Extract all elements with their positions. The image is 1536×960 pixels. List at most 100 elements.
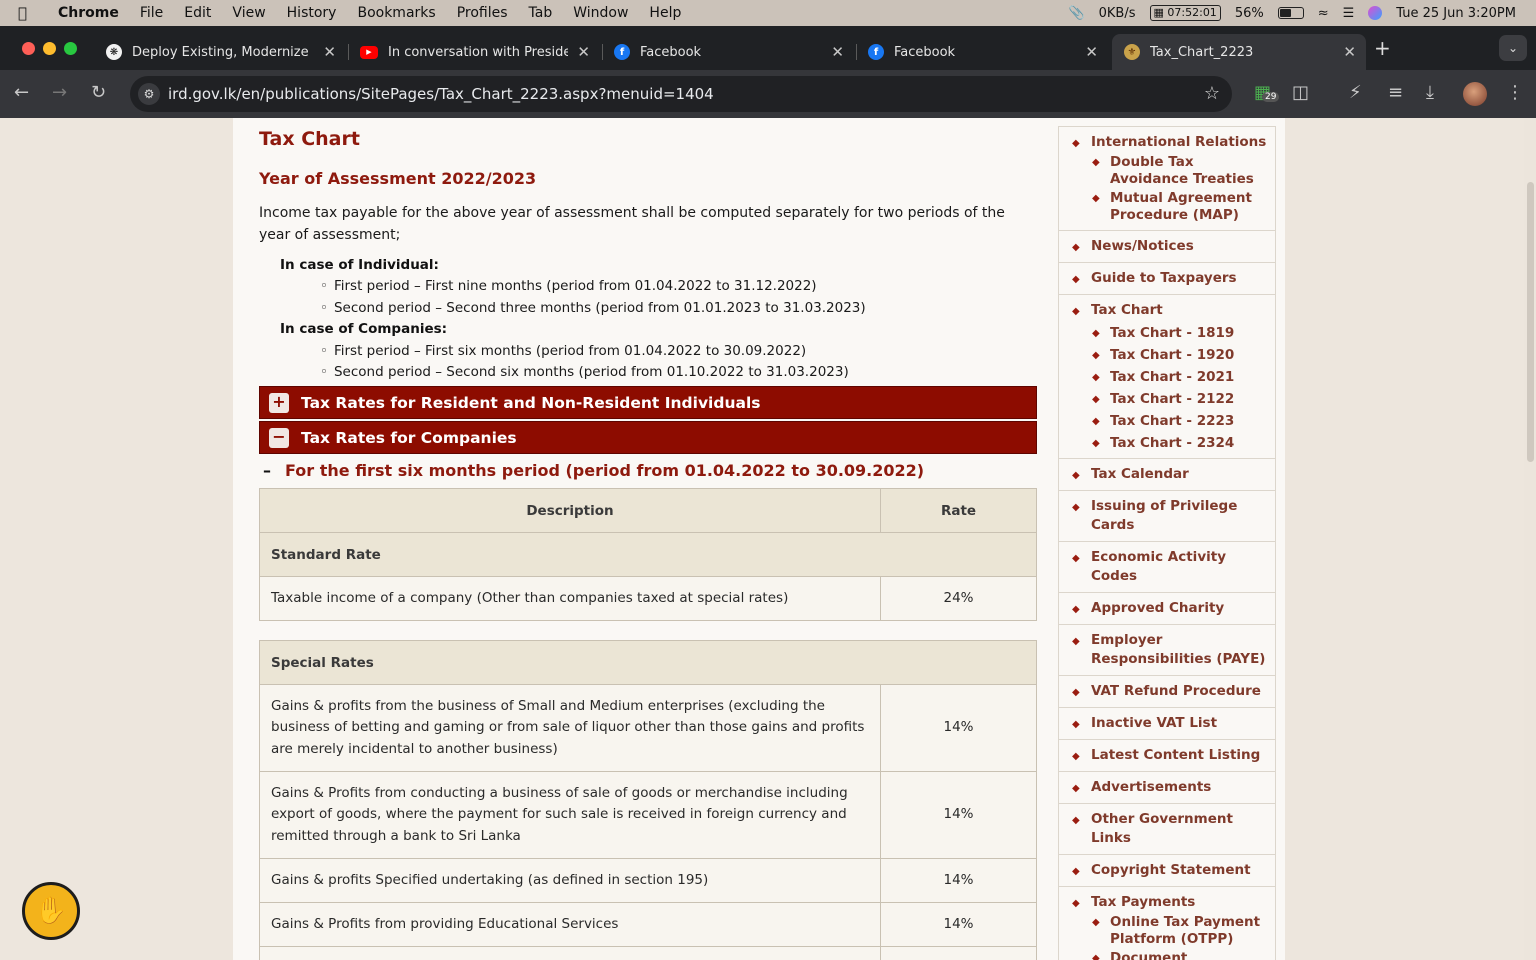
- tab-tax-chart[interactable]: ⚜ Tax_Chart_2223 ✕: [1112, 34, 1366, 70]
- expand-plus-icon[interactable]: +: [269, 392, 289, 413]
- scrollbar-thumb[interactable]: [1527, 182, 1534, 462]
- close-tab-icon[interactable]: ✕: [323, 43, 336, 61]
- menu-help[interactable]: Help: [649, 5, 681, 21]
- back-arrow-icon[interactable]: ←: [14, 83, 29, 103]
- sidebar-sub-tax-chart-1920[interactable]: Tax Chart - 1920: [1091, 347, 1267, 364]
- sidebar-item-copyright[interactable]: Copyright Statement: [1058, 854, 1276, 886]
- battery-fill: [1279, 9, 1292, 17]
- sidebar-sub-otpp[interactable]: Online Tax Payment Platform (OTPP): [1091, 914, 1267, 948]
- individual-case-title: In case of Individual:: [280, 257, 439, 273]
- menu-bookmarks[interactable]: Bookmarks: [357, 5, 435, 21]
- sidebar-item-guide[interactable]: Guide to Taxpayers: [1058, 262, 1276, 294]
- siri-icon[interactable]: [1368, 6, 1383, 20]
- control-center-icon[interactable]: ☰: [1343, 6, 1355, 21]
- reload-icon[interactable]: ↻: [91, 83, 106, 103]
- accessibility-widget-icon[interactable]: ✋: [22, 882, 80, 940]
- sidebar-sub-map[interactable]: Mutual Agreement Procedure (MAP): [1091, 190, 1267, 224]
- zoom-window-button[interactable]: [64, 42, 77, 55]
- sidebar-item-employer-paye[interactable]: Employer Responsibilities (PAYE): [1058, 624, 1276, 675]
- cpu-time-badge: ▦ 07:52:01: [1149, 5, 1221, 21]
- close-window-button[interactable]: [22, 42, 35, 55]
- sidebar-item-approved-charity[interactable]: Approved Charity: [1058, 592, 1276, 624]
- sidebar-item-government-links[interactable]: Other Government Links: [1058, 803, 1276, 854]
- site-info-icon[interactable]: ⚙: [138, 83, 160, 105]
- collapse-minus-icon[interactable]: −: [269, 427, 289, 448]
- sidebar-item-label: Advertisements: [1091, 779, 1212, 795]
- tab-facebook-2[interactable]: f Facebook ✕: [856, 34, 1108, 70]
- minimize-window-button[interactable]: [43, 42, 56, 55]
- tab-facebook-1[interactable]: f Facebook ✕: [602, 34, 854, 70]
- special-rates-title: Special Rates: [259, 640, 1037, 685]
- menu-edit[interactable]: Edit: [184, 5, 211, 21]
- profile-avatar[interactable]: [1463, 82, 1487, 106]
- forward-arrow-icon[interactable]: →: [52, 83, 67, 103]
- url-text[interactable]: ird.gov.lk/en/publications/SitePages/Tax…: [168, 85, 714, 103]
- sidebar-item-economic-codes[interactable]: Economic Activity Codes: [1058, 541, 1276, 592]
- close-tab-icon[interactable]: ✕: [577, 43, 590, 61]
- sidebar-item-label: Other Government Links: [1091, 811, 1233, 846]
- close-tab-icon[interactable]: ✕: [831, 43, 844, 61]
- menu-history[interactable]: History: [287, 5, 337, 21]
- sidebar-item-privilege-cards[interactable]: Issuing of Privilege Cards: [1058, 490, 1276, 541]
- col-header-rate: Rate: [880, 488, 1037, 533]
- battery-icon[interactable]: [1277, 7, 1304, 19]
- sidebar-sub-tax-chart-1819[interactable]: Tax Chart - 1819: [1091, 325, 1267, 342]
- sidebar-item-inactive-vat[interactable]: Inactive VAT List: [1058, 707, 1276, 739]
- extensions-puzzle-icon[interactable]: ◫: [1292, 83, 1309, 103]
- network-speed: 0KB/s: [1098, 5, 1136, 21]
- sidebar-sub-tax-chart-2324[interactable]: Tax Chart - 2324: [1091, 435, 1267, 452]
- menu-app-chrome[interactable]: Chrome: [58, 5, 119, 21]
- sidebar-sub-document[interactable]: Document: [1091, 950, 1267, 960]
- tab-search-chevron-icon[interactable]: ⌄: [1499, 35, 1527, 61]
- close-tab-icon[interactable]: ✕: [1085, 43, 1098, 61]
- accordion-companies-label: Tax Rates for Companies: [301, 428, 517, 447]
- bookmark-star-icon[interactable]: ☆: [1204, 83, 1220, 104]
- tab-title: Facebook: [894, 44, 956, 60]
- page-scrollbar[interactable]: [1524, 118, 1536, 960]
- menu-window[interactable]: Window: [573, 5, 628, 21]
- close-tab-icon[interactable]: ✕: [1343, 43, 1356, 61]
- reading-list-icon[interactable]: ≡: [1388, 83, 1403, 103]
- period-heading[interactable]: – For the first six months period (period…: [263, 461, 924, 480]
- sidebar-sub-tax-chart-2122[interactable]: Tax Chart - 2122: [1091, 391, 1267, 408]
- companies-period-2: Second period – Second six months (perio…: [320, 364, 849, 380]
- accordion-individuals[interactable]: + Tax Rates for Resident and Non-Residen…: [259, 386, 1037, 419]
- battery-percent: 56%: [1234, 5, 1264, 21]
- extension-badge: 29: [1262, 92, 1280, 102]
- tab-deploy-existing[interactable]: ❋ Deploy Existing, Modernize w ✕: [94, 34, 346, 70]
- menu-file[interactable]: File: [140, 5, 163, 21]
- sidebar-item-tax-chart[interactable]: Tax Chart Tax Chart - 1819 Tax Chart - 1…: [1058, 294, 1276, 458]
- menu-profiles[interactable]: Profiles: [457, 5, 508, 21]
- youtube-icon: ▶: [360, 45, 378, 59]
- table-cell-rate: 14%: [880, 771, 1037, 859]
- paperclip-icon[interactable]: 📎: [1068, 6, 1084, 21]
- performance-icon[interactable]: ⚡: [1349, 83, 1362, 103]
- ird-crest-icon: ⚜: [1124, 44, 1140, 60]
- new-tab-button[interactable]: +: [1374, 36, 1391, 60]
- menu-view[interactable]: View: [232, 5, 265, 21]
- menubar-clock[interactable]: Tue 25 Jun 3:20PM: [1396, 6, 1516, 21]
- sidebar-item-advertisements[interactable]: Advertisements: [1058, 771, 1276, 803]
- tab-youtube[interactable]: ▶ In conversation with Presiden ✕: [348, 34, 600, 70]
- sidebar-item-vat-refund[interactable]: VAT Refund Procedure: [1058, 675, 1276, 707]
- sidebar-sub-tax-chart-2223[interactable]: Tax Chart - 2223: [1091, 413, 1267, 430]
- address-bar[interactable]: ⚙ ird.gov.lk/en/publications/SitePages/T…: [130, 76, 1232, 112]
- sidebar-item-calendar[interactable]: Tax Calendar: [1058, 458, 1276, 490]
- sidebar-item-news[interactable]: News/Notices: [1058, 230, 1276, 262]
- sidebar-sub-label: Mutual Agreement Procedure (MAP): [1110, 190, 1252, 223]
- sidebar-sub-dtaa[interactable]: Double Tax Avoidance Treaties: [1091, 154, 1267, 188]
- apple-menu-icon[interactable]: : [18, 4, 44, 22]
- table-cell-description: Gains & profits from the business of Sma…: [259, 684, 881, 772]
- tab-title: Deploy Existing, Modernize w: [132, 44, 312, 60]
- menu-tab[interactable]: Tab: [529, 5, 553, 21]
- sidebar-item-international[interactable]: International Relations Double Tax Avoid…: [1058, 126, 1276, 230]
- assessment-year-heading: Year of Assessment 2022/2023: [259, 169, 537, 188]
- collapse-dash-icon[interactable]: –: [263, 461, 271, 480]
- accordion-companies[interactable]: − Tax Rates for Companies: [259, 421, 1037, 454]
- sidebar-item-tax-payments[interactable]: Tax Payments Online Tax Payment Platform…: [1058, 886, 1276, 960]
- wifi-icon[interactable]: ≈: [1318, 6, 1329, 21]
- chrome-menu-icon[interactable]: ⋮: [1506, 83, 1524, 103]
- sidebar-item-latest-content[interactable]: Latest Content Listing: [1058, 739, 1276, 771]
- download-icon[interactable]: ⤓: [1426, 83, 1434, 103]
- sidebar-sub-tax-chart-2021[interactable]: Tax Chart - 2021: [1091, 369, 1267, 386]
